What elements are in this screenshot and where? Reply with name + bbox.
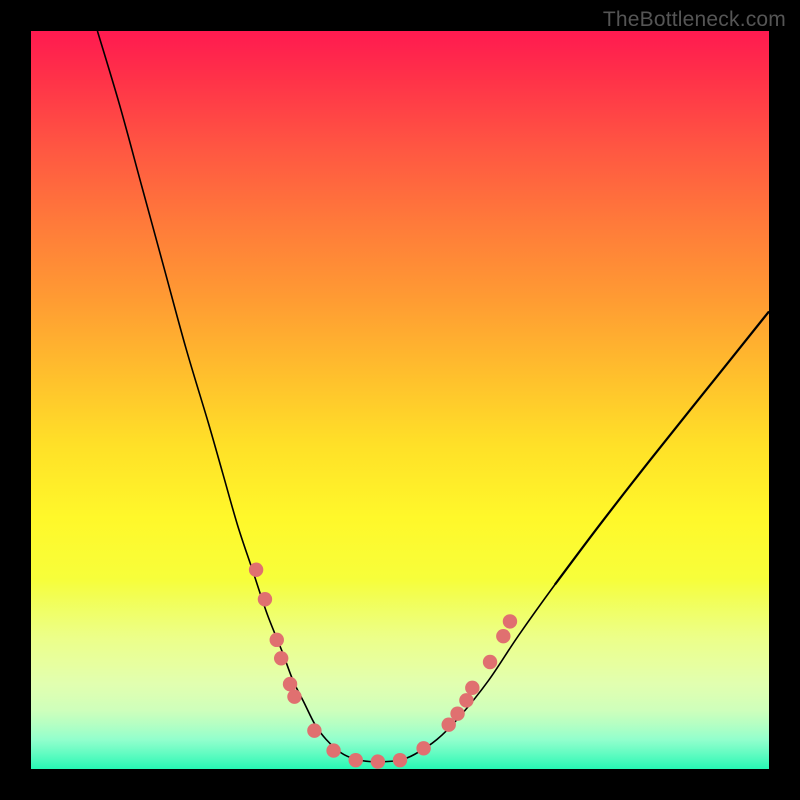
marker-dot [503,614,517,628]
marker-dot [459,693,473,707]
marker-dot [249,563,263,577]
marker-dot [393,753,407,767]
marker-dot [274,651,288,665]
marker-dot [496,629,510,643]
marker-dot [270,633,284,647]
curve-right-tail [555,311,769,584]
marker-dot [450,706,464,720]
marker-dot [307,723,321,737]
watermark-text: TheBottleneck.com [603,8,786,32]
marker-dots [249,563,517,769]
marker-dot [465,681,479,695]
marker-dot [371,754,385,768]
chart-frame: TheBottleneck.com [0,0,800,800]
marker-dot [483,655,497,669]
chart-svg [31,31,769,769]
marker-dot [283,677,297,691]
plot-area [31,31,769,769]
marker-dot [258,592,272,606]
marker-dot [349,753,363,767]
curve-line [97,31,769,762]
marker-dot [287,689,301,703]
marker-dot [416,741,430,755]
marker-dot [326,743,340,757]
